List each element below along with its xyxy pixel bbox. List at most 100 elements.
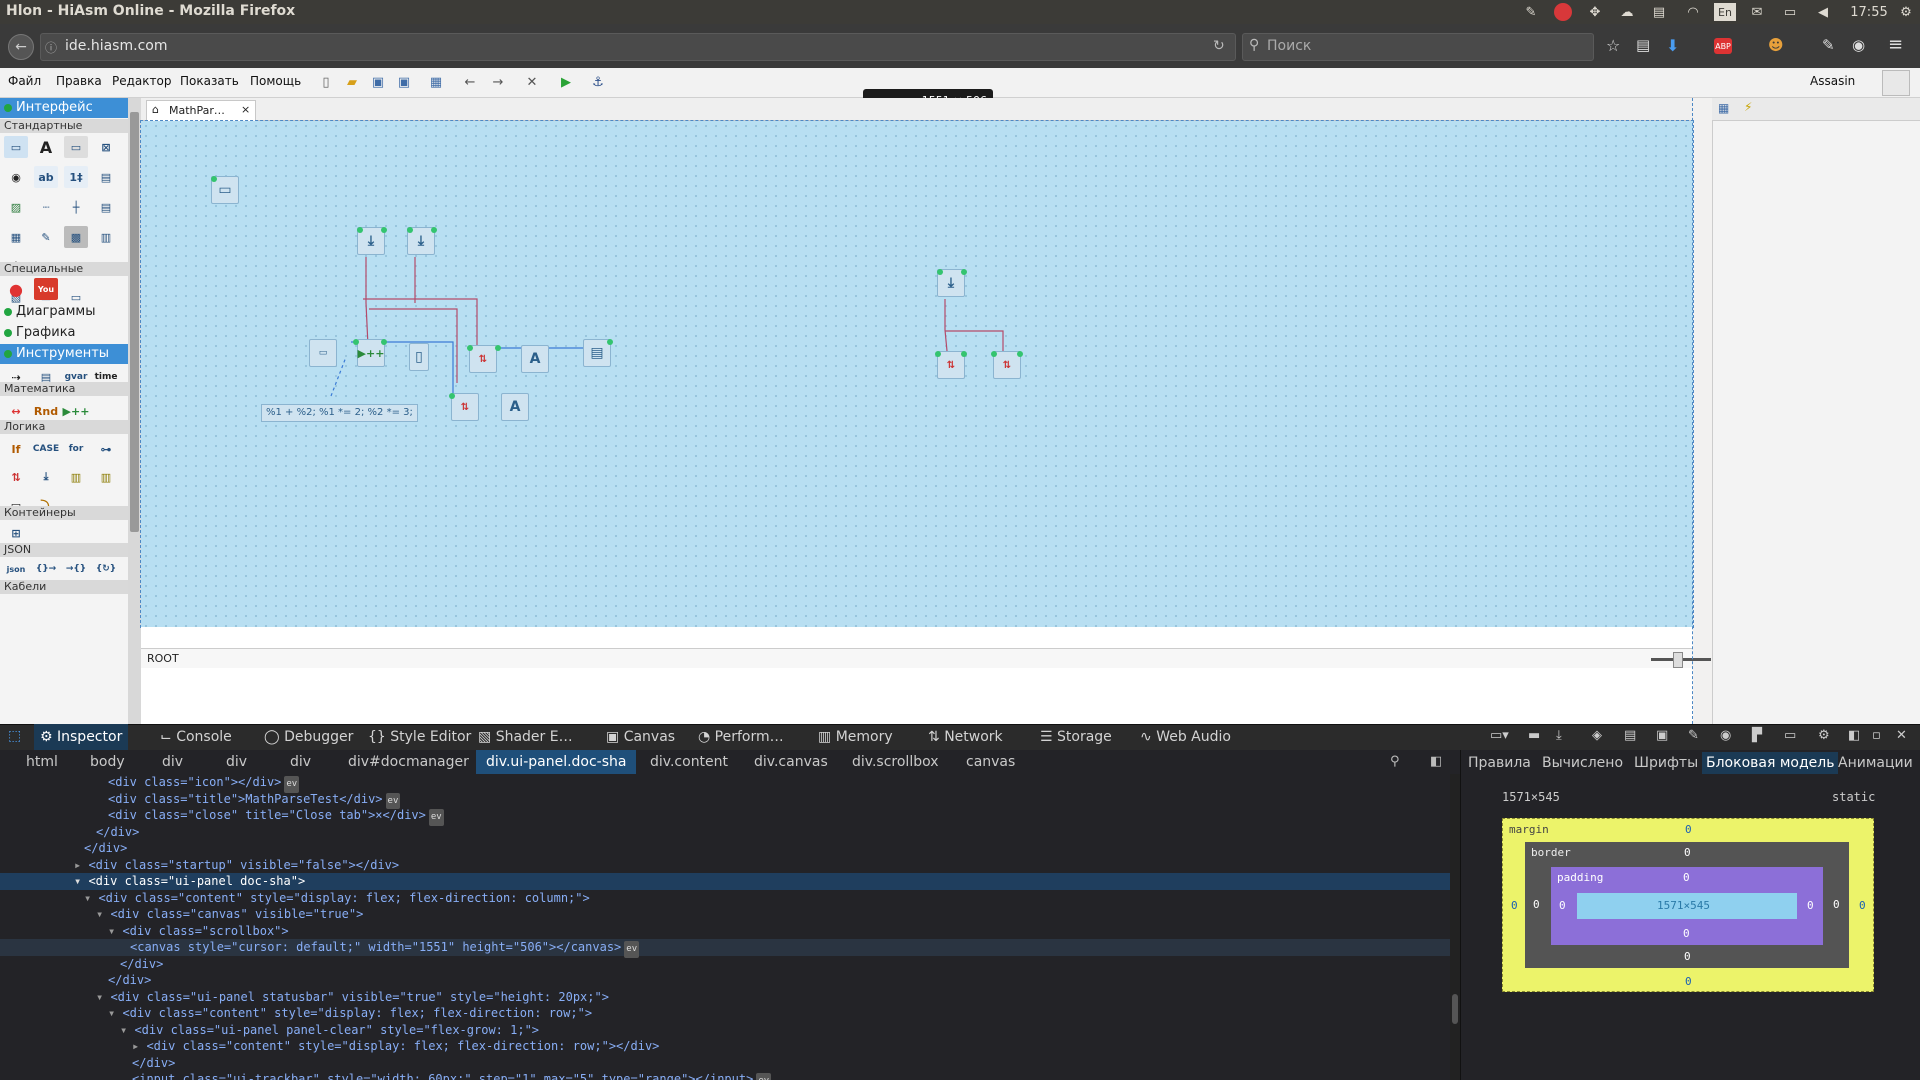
markup-line[interactable]: ▾ <div class="scrollbox"> [0, 923, 289, 940]
counter-element-1[interactable]: ⇅ [469, 345, 497, 373]
devtools-tab-network[interactable]: ⇅ Network [922, 724, 1009, 750]
palette-scroll-thumb[interactable] [130, 112, 139, 532]
collapse-arrow-icon[interactable]: ▾ [108, 924, 122, 938]
user-avatar[interactable] [1882, 70, 1910, 96]
rulers-icon[interactable]: ▛ [1752, 728, 1762, 743]
bookmark-star-icon[interactable]: ☆ [1606, 36, 1620, 55]
devtools-close-icon[interactable]: ✕ [1896, 728, 1907, 743]
collapse-arrow-icon[interactable]: ▾ [96, 907, 110, 921]
clock[interactable]: 17:55 [1846, 3, 1892, 21]
measure-icon[interactable]: ▭ [1784, 728, 1796, 743]
devtools-tab-web-audio[interactable]: ∿ Web Audio [1134, 724, 1237, 750]
palette-group-tools[interactable]: Инструменты [0, 344, 128, 364]
extension-face-icon[interactable]: ☻ [1768, 36, 1784, 54]
youtube-icon[interactable]: You [34, 278, 58, 300]
markup-line[interactable]: </div> [0, 1055, 175, 1072]
tray-app-icon[interactable]: ▤ [1650, 3, 1668, 21]
library-icon[interactable]: ▤ [1636, 36, 1650, 54]
event-badge[interactable]: ev [428, 809, 444, 826]
collapse-arrow-icon[interactable]: ▾ [74, 874, 88, 888]
margin-top-value[interactable]: 0 [1685, 823, 1692, 836]
border-bottom-value[interactable]: 0 [1684, 950, 1691, 963]
separator-icon[interactable]: ┈ [34, 196, 58, 218]
tools-wrench-icon[interactable]: ✎ [1822, 36, 1835, 54]
switch-icon[interactable]: ⊶ [94, 438, 118, 460]
crumb-canvas-div[interactable]: div.canvas [754, 754, 828, 770]
markup-line[interactable]: <input class="ui-trackbar" style="width:… [0, 1071, 772, 1080]
palette-category-standard[interactable]: Стандартные [0, 119, 128, 133]
spin-edit-icon[interactable]: 1‡ [64, 166, 88, 188]
radio-icon[interactable]: ◉ [4, 166, 28, 188]
redo-icon[interactable]: → [488, 72, 508, 92]
markup-line-selected[interactable]: ▾ <div class="ui-panel doc-sha"> [0, 873, 1460, 890]
padding-right-value[interactable]: 0 [1807, 899, 1814, 912]
eyedropper-icon[interactable]: ✎ [1688, 728, 1699, 743]
markup-scroll-thumb[interactable] [1452, 994, 1458, 1024]
crumb-docmanager[interactable]: div#docmanager [348, 754, 469, 770]
menu-editor[interactable]: Редактор [112, 74, 171, 88]
box-model-content[interactable]: 1571×545 [1577, 893, 1797, 919]
markup-search-icon[interactable]: ⚲ [1390, 754, 1400, 769]
case-icon[interactable]: CASE [33, 438, 59, 460]
palette-category-cables[interactable]: Кабели [0, 580, 128, 594]
markup-line[interactable]: </div> [0, 972, 151, 989]
link-point[interactable] [607, 339, 613, 345]
back-arrow-icon[interactable]: ← [8, 34, 34, 60]
sidebar-tab-box-model[interactable]: Блоковая модель [1702, 752, 1839, 774]
stack-icon[interactable]: ▥ [94, 466, 118, 488]
counter-element-2[interactable]: ⇅ [451, 393, 479, 421]
palette-group-diagrams[interactable]: Диаграммы [0, 302, 128, 322]
markup-line[interactable]: </div> [0, 840, 127, 857]
zoom-trackbar-thumb[interactable] [1673, 652, 1683, 668]
palette-scrollbar[interactable] [128, 98, 141, 724]
button-element[interactable]: ▭ [309, 339, 337, 367]
trackbar-icon[interactable]: ┼ [64, 196, 88, 218]
devtools-tab-shader-editor[interactable]: ▧ Shader E… [472, 724, 579, 750]
edit-icon[interactable]: ab [34, 166, 58, 188]
crumb-doc-sha[interactable]: div.ui-panel.doc-sha [476, 750, 637, 774]
image-icon[interactable]: ▨ [4, 196, 28, 218]
collapse-arrow-icon[interactable]: ▾ [84, 891, 98, 905]
responsive-icon[interactable]: ▣ [1656, 728, 1668, 743]
hamburger-menu-icon[interactable]: ≡ [1888, 34, 1903, 55]
devtools-settings-icon[interactable]: ⚙ [1818, 728, 1830, 743]
url-bar[interactable]: ⓘ ide.hiasm.com ↻ [40, 33, 1236, 61]
schema-canvas[interactable]: ▭ ⤓ ⤓ ▭ ▶++ ▯ ⇅ A ▤ ⇅ A ⤓ ⇅ ⇅ %1 + %2; %… [140, 120, 1694, 628]
json-from-icon[interactable]: →{} [64, 558, 88, 580]
if-icon[interactable]: If [4, 438, 28, 460]
properties-icon[interactable]: ▦ [1718, 101, 1729, 115]
palette-group-graphics[interactable]: Графика [0, 323, 128, 343]
formula-comment[interactable]: %1 + %2; %1 *= 2; %2 *= 3; [261, 404, 418, 422]
crumb-content[interactable]: div.content [650, 754, 728, 770]
markup-line[interactable]: </div> [0, 956, 163, 973]
info-icon[interactable]: ⓘ [45, 39, 57, 56]
dropbox-icon[interactable]: ✥ [1586, 3, 1604, 21]
json-loop-icon[interactable]: {↻} [94, 558, 118, 580]
margin-left-value[interactable]: 0 [1511, 899, 1518, 912]
memory-icon[interactable]: ▥ [64, 466, 88, 488]
run-play-icon[interactable]: ▶ [556, 72, 576, 92]
undock-icon[interactable]: ▫ [1872, 728, 1881, 743]
close-box-icon[interactable]: ⊠ [94, 136, 118, 158]
sidebar-tab-rules[interactable]: Правила [1464, 752, 1535, 774]
3d-view-icon[interactable]: ◈ [1592, 728, 1602, 743]
menu-edit[interactable]: Правка [56, 74, 102, 88]
padding-top-value[interactable]: 0 [1683, 871, 1690, 884]
container-icon[interactable]: ⊞ [4, 522, 28, 544]
split-console-icon[interactable]: ▬ [1528, 728, 1540, 743]
collapse-arrow-icon[interactable]: ▾ [108, 1006, 122, 1020]
events-lightning-icon[interactable]: ⚡ [1744, 100, 1752, 114]
math-parse-icon[interactable]: ▶++ [63, 400, 90, 422]
delete-icon[interactable]: ✕ [522, 72, 542, 92]
reload-icon[interactable]: ↻ [1213, 38, 1225, 54]
menu-help[interactable]: Помощь [250, 74, 301, 88]
link-point[interactable] [961, 269, 967, 275]
link-point[interactable] [991, 351, 997, 357]
volume-icon[interactable]: ◀ [1812, 3, 1834, 21]
label-element-2[interactable]: A [501, 393, 529, 421]
devtools-tab-canvas[interactable]: ▣ Canvas [600, 724, 681, 750]
palette-category-containers[interactable]: Контейнеры [0, 506, 128, 520]
palette-category-json[interactable]: JSON [0, 543, 128, 557]
button-icon[interactable]: ▭ [64, 136, 88, 158]
link-point[interactable] [467, 345, 473, 351]
